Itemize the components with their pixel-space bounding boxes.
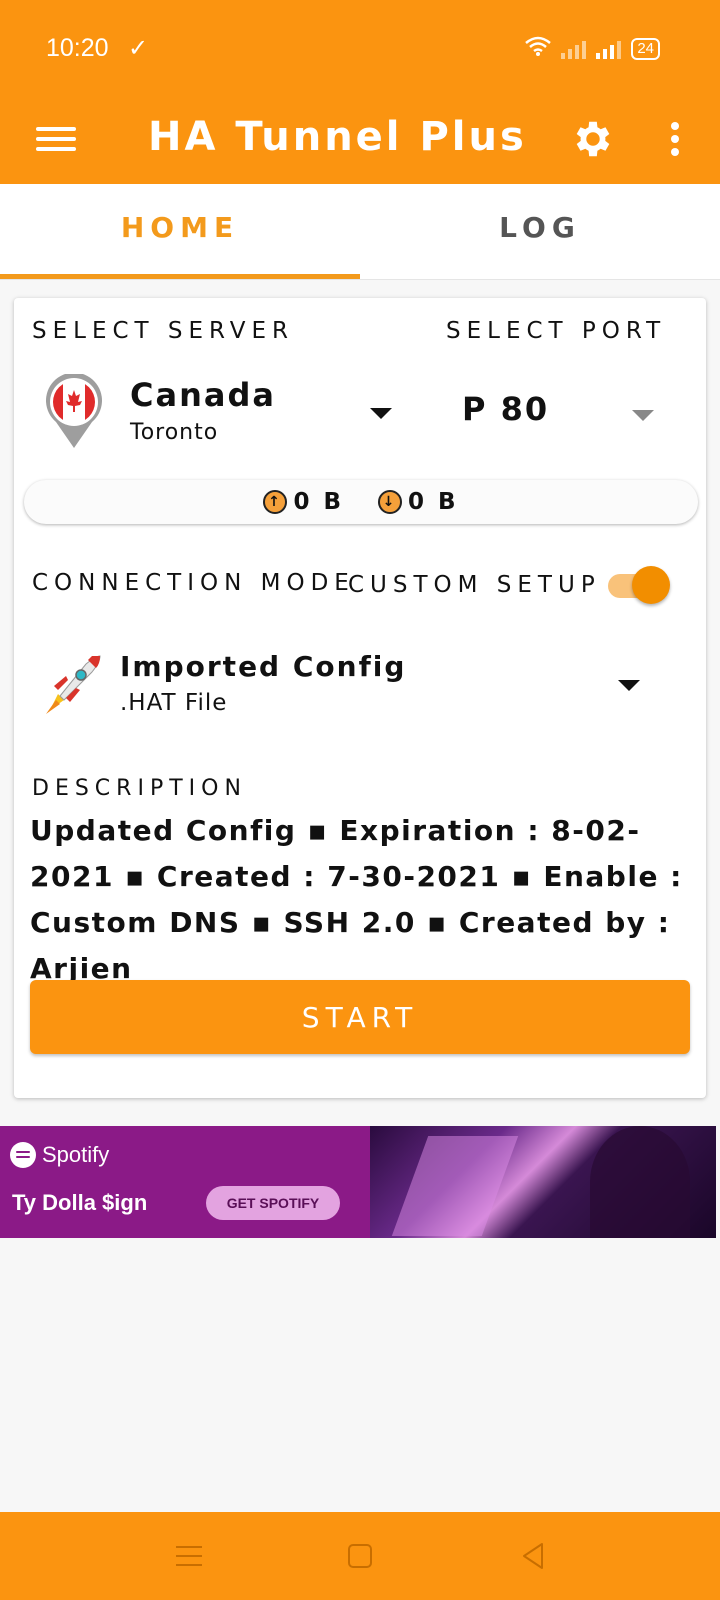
- check-icon: ✓: [128, 34, 149, 62]
- tab-bar: HOME LOG: [0, 184, 720, 280]
- gear-icon[interactable]: [570, 116, 616, 162]
- start-button[interactable]: START: [30, 980, 690, 1054]
- home-icon[interactable]: [348, 1544, 372, 1568]
- config-name[interactable]: Imported Config: [120, 650, 406, 683]
- traffic-stats: ↑ 0 B ↓ 0 B: [24, 480, 698, 524]
- hamburger-menu-icon[interactable]: [36, 121, 76, 161]
- system-nav-bar: [0, 1512, 720, 1600]
- ad-artist: Ty Dolla $ign: [12, 1190, 148, 1215]
- port-dropdown-arrow-icon[interactable]: [632, 410, 654, 421]
- config-type[interactable]: .HAT File: [120, 690, 227, 716]
- server-city[interactable]: Toronto: [130, 420, 218, 445]
- description-text: Updated Config ▪ Expiration : 8-02-2021 …: [30, 814, 683, 985]
- toggle-thumb: [632, 566, 670, 604]
- custom-setup-toggle[interactable]: [606, 564, 672, 606]
- upload-arrow-icon: ↑: [263, 490, 288, 514]
- status-icons: 24: [525, 36, 660, 62]
- ad-banner[interactable]: Spotify Ty Dolla $ign GET SPOTIFY: [0, 1126, 716, 1238]
- signal-sim1-icon: [561, 39, 587, 59]
- signal-sim2-icon: [596, 39, 622, 59]
- connection-mode-label: CONNECTION MODE: [32, 570, 355, 596]
- battery-icon: 24: [631, 38, 660, 60]
- more-options-icon[interactable]: [660, 122, 690, 162]
- canada-flag-pin-icon[interactable]: [44, 374, 104, 450]
- description-label: DESCRIPTION: [32, 776, 247, 801]
- status-time: 10:20: [46, 34, 109, 62]
- custom-setup-label: CUSTOM SETUP: [348, 572, 601, 598]
- back-icon[interactable]: [518, 1540, 548, 1572]
- tab-home[interactable]: HOME: [0, 184, 360, 279]
- select-server-label: SELECT SERVER: [32, 318, 294, 344]
- spotify-icon: [10, 1142, 36, 1168]
- select-port-label: SELECT PORT: [446, 318, 667, 344]
- download-arrow-icon: ↓: [378, 490, 402, 514]
- download-stat: ↓ 0 B: [378, 489, 459, 515]
- config-dropdown-arrow-icon[interactable]: [618, 680, 640, 691]
- download-value: 0 B: [408, 489, 459, 515]
- server-country[interactable]: Canada: [130, 376, 276, 414]
- app-title: HA Tunnel Plus: [148, 114, 527, 160]
- upload-value: 0 B: [293, 489, 344, 515]
- upload-stat: ↑ 0 B: [263, 489, 344, 515]
- rocket-icon[interactable]: [36, 650, 106, 720]
- connection-card: SELECT SERVER SELECT PORT Canada Toronto…: [14, 298, 706, 1098]
- ad-image: [370, 1126, 716, 1238]
- wifi-icon: [525, 36, 552, 62]
- ad-brand: Spotify: [42, 1142, 110, 1167]
- status-bar: 10:20 ✓ 24: [0, 0, 720, 100]
- get-spotify-button[interactable]: GET SPOTIFY: [206, 1186, 340, 1220]
- recents-icon[interactable]: [176, 1546, 202, 1573]
- spotify-logo: Spotify: [10, 1142, 109, 1168]
- server-dropdown-arrow-icon[interactable]: [370, 408, 392, 419]
- app-bar: HA Tunnel Plus: [0, 100, 720, 184]
- port-value[interactable]: P 80: [462, 390, 549, 428]
- tab-log[interactable]: LOG: [360, 184, 720, 279]
